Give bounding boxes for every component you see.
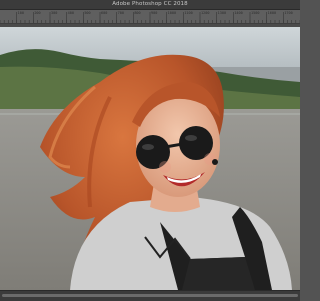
ruler-tick-label: 1600 [267, 11, 277, 15]
title-bar[interactable]: Adobe Photoshop CC 2018 [0, 0, 300, 10]
ruler-tick-label: 1100 [184, 11, 193, 15]
ruler-tick-label: 300 [51, 11, 58, 15]
ruler-tick-label: 900 [151, 11, 158, 15]
ruler-tick-label: 1300 [217, 11, 227, 15]
ruler-tick-label: 1000 [167, 11, 177, 15]
scrollbar-thumb[interactable] [2, 294, 298, 297]
document-canvas[interactable] [0, 27, 300, 290]
window-title: Adobe Photoshop CC 2018 [112, 1, 188, 7]
ruler-tick-label: 1500 [251, 11, 260, 15]
ruler-tick-label: 1700 [284, 11, 293, 15]
photo [0, 27, 300, 290]
ruler-tick-label: 1400 [234, 11, 243, 15]
ruler-tick-label: 700 [117, 11, 124, 15]
ruler-tick-label: 1200 [201, 11, 210, 15]
ruler-tick-label: 200 [34, 11, 41, 15]
ruler-tick-label: 100 [17, 11, 24, 15]
horizontal-scrollbar[interactable] [0, 290, 300, 301]
ruler-tick-label: 600 [101, 11, 108, 15]
ruler-tick-label: 500 [84, 11, 91, 15]
ruler-tick-label: 400 [67, 11, 74, 15]
photoshop-window: Adobe Photoshop CC 2018 100 200 300 400 500 6… [0, 0, 300, 301]
ruler-tick-label: 800 [134, 11, 141, 15]
horizontal-ruler[interactable]: 100 200 300 400 500 600 700 800 900 1000 1100 1200 1… [0, 10, 300, 24]
